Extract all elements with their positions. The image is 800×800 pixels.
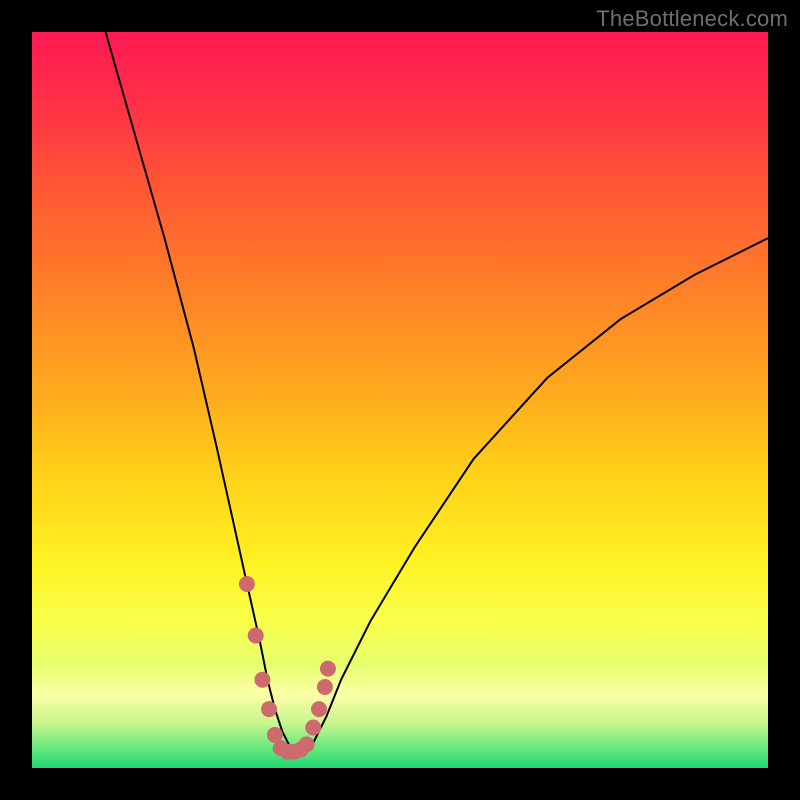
bottleneck-curve (32, 32, 768, 768)
curve-markers (239, 576, 336, 760)
highlight-marker (299, 736, 315, 752)
highlight-marker (254, 672, 270, 688)
highlight-marker (248, 628, 264, 644)
highlight-marker (311, 701, 327, 717)
chart-frame: TheBottleneck.com (0, 0, 800, 800)
highlight-marker (320, 661, 336, 677)
highlight-marker (239, 576, 255, 592)
highlight-marker (305, 720, 321, 736)
highlight-marker (261, 701, 277, 717)
curve-line (106, 32, 768, 753)
plot-area (32, 32, 768, 768)
highlight-marker (317, 679, 333, 695)
watermark-text: TheBottleneck.com (596, 6, 788, 32)
